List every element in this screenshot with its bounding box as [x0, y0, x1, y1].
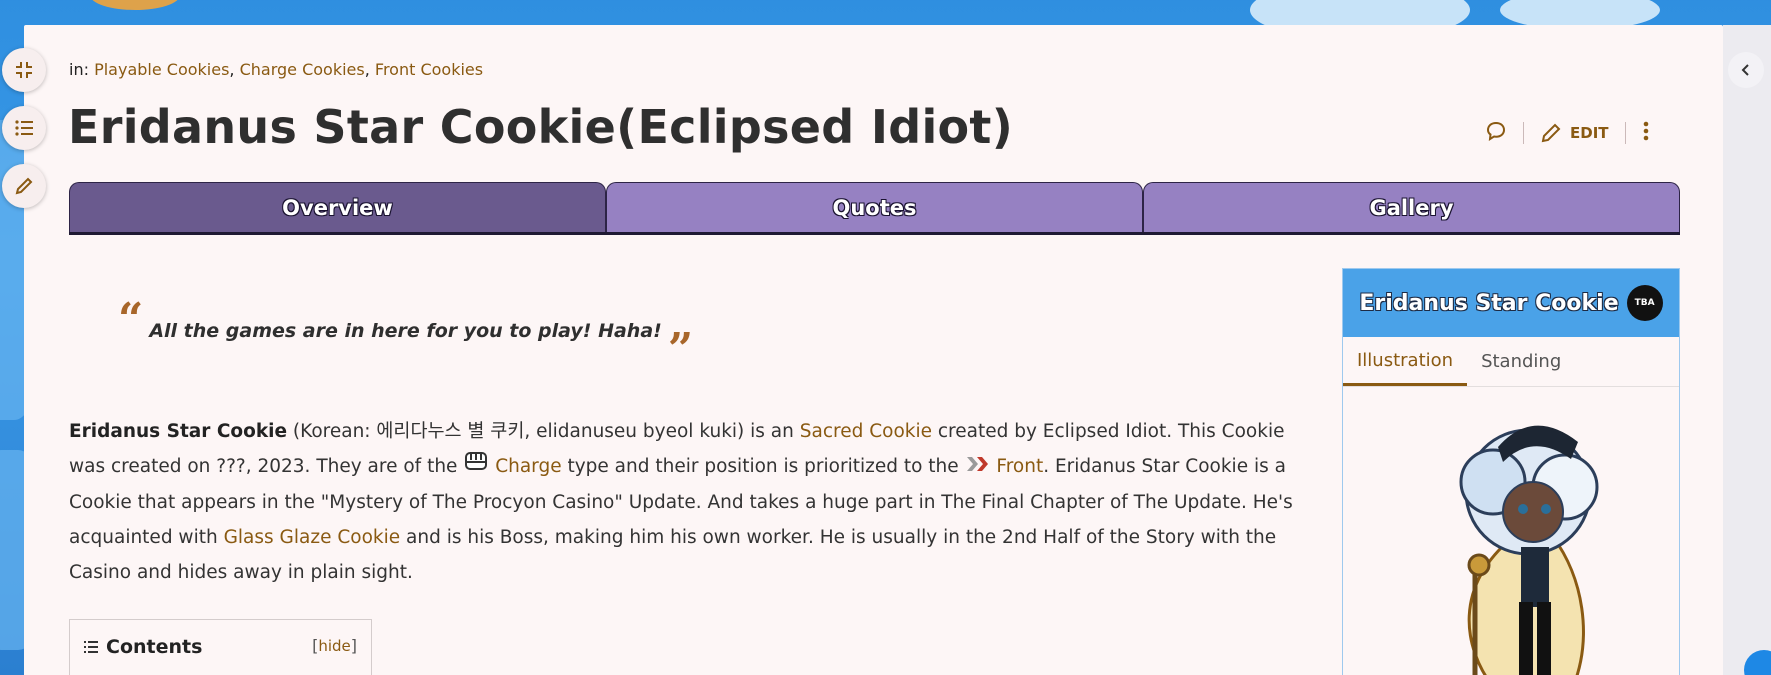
featured-quote: “ All the games are in here for you to p… — [118, 298, 693, 372]
quote-open-mark: “ — [118, 294, 144, 345]
cookie-character-illustration — [1459, 425, 1599, 675]
charge-type-link[interactable]: Charge — [495, 456, 561, 477]
pencil-icon — [15, 177, 33, 195]
tab-overview[interactable]: Overview — [69, 182, 606, 232]
tab-quotes[interactable]: Quotes — [606, 182, 1143, 232]
right-rail — [1723, 25, 1771, 675]
article-tabs: Overview Quotes Gallery — [69, 182, 1680, 235]
infobox-header: Eridanus Star Cookie TBA — [1343, 269, 1679, 337]
toc-button[interactable] — [2, 106, 46, 150]
infobox-title: Eridanus Star Cookie — [1359, 290, 1619, 316]
toc-header: Contents — [84, 636, 202, 658]
intro-name: Eridanus Star Cookie — [69, 421, 288, 442]
front-position-link[interactable]: Front — [996, 456, 1043, 477]
rarity-badge: TBA — [1626, 285, 1663, 321]
list-icon — [84, 641, 98, 653]
category-link-front[interactable]: Front Cookies — [375, 60, 483, 79]
categories-prefix: in: — [69, 60, 89, 79]
comment-icon — [1486, 121, 1506, 141]
pencil-icon — [1541, 123, 1561, 143]
talk-button[interactable] — [1485, 120, 1507, 146]
intro-text-3: type and their position is prioritized t… — [561, 456, 965, 477]
more-actions-button[interactable] — [1642, 120, 1650, 146]
quote-close-mark: ” — [667, 324, 694, 375]
category-breadcrumb: in: Playable Cookies, Charge Cookies, Fr… — [69, 60, 484, 79]
intro-text-1: (Korean: 에리다누스 별 쿠키, elidanuseu byeol ku… — [287, 421, 800, 442]
table-of-contents: Contents [hide] — [69, 619, 372, 675]
side-toolbar — [2, 48, 46, 208]
action-divider — [1624, 122, 1626, 144]
action-divider — [1523, 122, 1524, 144]
chevron-left-icon — [1741, 64, 1749, 76]
toc-title: Contents — [106, 636, 203, 658]
toc-bracket-close: ] — [350, 636, 357, 655]
character-infobox: Eridanus Star Cookie TBA Illustration St… — [1342, 268, 1680, 675]
tab-gallery[interactable]: Gallery — [1143, 182, 1680, 232]
infobox-tab-standing[interactable]: Standing — [1467, 337, 1575, 386]
glass-glaze-cookie-link[interactable]: Glass Glaze Cookie — [224, 527, 401, 548]
side-edit-button[interactable] — [2, 164, 46, 208]
cookie-illustration — [1343, 387, 1679, 675]
page-title: Eridanus Star Cookie(Eclipsed Idiot) — [68, 100, 1014, 154]
front-position-icon — [965, 450, 991, 485]
minimize-icon — [16, 62, 32, 78]
infobox-tabs: Illustration Standing — [1343, 337, 1679, 387]
more-vertical-icon — [1643, 121, 1648, 141]
toc-toggle: [hide] — [312, 636, 357, 655]
infobox-tab-illustration[interactable]: Illustration — [1343, 337, 1468, 386]
collapse-rail-button[interactable] — [1728, 52, 1764, 88]
list-icon — [15, 120, 33, 136]
category-link-playable[interactable]: Playable Cookies — [94, 60, 229, 79]
category-link-charge[interactable]: Charge Cookies — [240, 60, 365, 79]
edit-label: EDIT — [1570, 124, 1609, 142]
intro-paragraph: Eridanus Star Cookie (Korean: 에리다누스 별 쿠키… — [69, 414, 1294, 590]
toc-hide-link[interactable]: hide — [318, 637, 350, 655]
sacred-cookie-link[interactable]: Sacred Cookie — [800, 421, 932, 442]
edit-button[interactable]: EDIT — [1540, 122, 1609, 144]
charge-type-icon — [463, 449, 489, 485]
minimize-button[interactable] — [2, 48, 46, 92]
page-actions: EDIT — [1485, 120, 1650, 146]
quote-text: All the games are in here for you to pla… — [149, 320, 662, 342]
